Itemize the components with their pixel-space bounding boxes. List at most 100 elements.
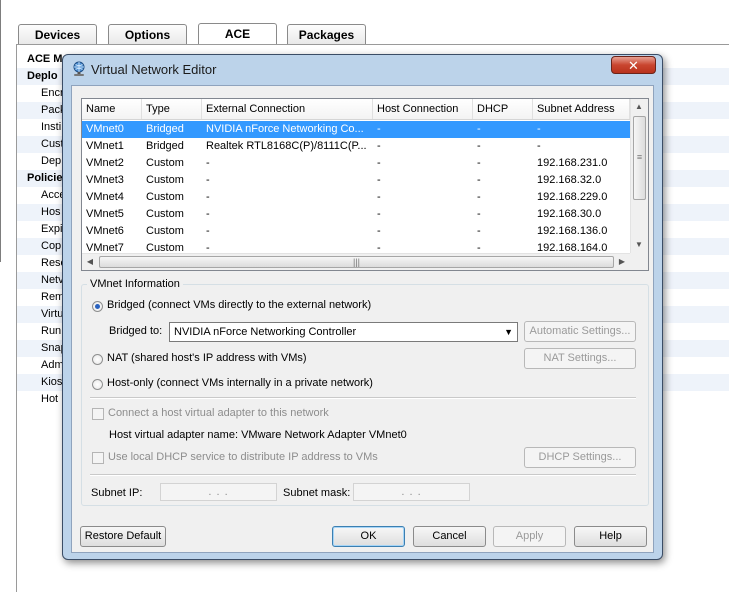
table-row[interactable]: VMnet4 Custom - - - 192.168.229.0 [82, 189, 630, 206]
nat-settings-button[interactable]: NAT Settings... [524, 348, 636, 369]
vmnet-information-legend: VMnet Information [87, 278, 183, 290]
network-app-icon [73, 61, 85, 76]
table-row[interactable]: VMnet2 Custom - - - 192.168.231.0 [82, 155, 630, 172]
cell-dhcp: - [477, 225, 481, 237]
table-row[interactable]: VMnet6 Custom - - - 192.168.136.0 [82, 223, 630, 240]
sidebar-item-label: Pack [41, 104, 66, 116]
adapter-name-text: Host virtual adapter name: VMware Networ… [109, 429, 407, 441]
column-header-type[interactable]: Type [142, 99, 202, 119]
vertical-scroll-thumb[interactable]: ≡ [633, 116, 646, 200]
dialog-client-area: Name Type External Connection Host Conne… [71, 85, 654, 553]
tab-ace[interactable]: ACE [198, 23, 277, 45]
scroll-corner [630, 253, 648, 270]
host-only-radio[interactable] [92, 379, 103, 390]
table-row[interactable]: VMnet3 Custom - - - 192.168.32.0 [82, 172, 630, 189]
cell-subnet: 192.168.30.0 [537, 208, 602, 220]
dhcp-checkbox[interactable] [92, 452, 104, 464]
scroll-down-icon[interactable]: ▼ [632, 240, 646, 249]
sidebar-item-label: Adm [41, 359, 64, 371]
cell-name: VMnet4 [86, 191, 124, 203]
cell-external: - [206, 157, 210, 169]
tab-devices[interactable]: Devices [18, 24, 97, 44]
column-header-external-connection[interactable]: External Connection [202, 99, 373, 119]
host-only-label[interactable]: Host-only (connect VMs internally in a p… [107, 377, 373, 389]
dhcp-label[interactable]: Use local DHCP service to distribute IP … [108, 451, 378, 463]
cell-host: - [377, 208, 381, 220]
subnet-mask-label: Subnet mask: [283, 487, 351, 499]
sidebar-item-label: Insti [41, 121, 62, 133]
column-header-dhcp[interactable]: DHCP [473, 99, 533, 119]
subnet-mask-input[interactable]: . . . [353, 483, 470, 501]
apply-button[interactable]: Apply [493, 526, 566, 547]
connect-adapter-label[interactable]: Connect a host virtual adapter to this n… [108, 407, 329, 419]
subnet-ip-label: Subnet IP: [91, 487, 143, 499]
sidebar-item-label: ACE M [27, 53, 63, 65]
horizontal-scrollbar[interactable]: ◀ ||| ▶ [82, 253, 630, 270]
chevron-down-icon[interactable]: ▼ [504, 323, 513, 341]
cell-external: NVIDIA nForce Networking Co... [206, 123, 364, 135]
help-button[interactable]: Help [574, 526, 647, 547]
cell-external: - [206, 191, 210, 203]
bridged-label[interactable]: Bridged (connect VMs directly to the ext… [107, 299, 371, 311]
tab-options[interactable]: Options [108, 24, 187, 44]
sidebar-item-label: Hos [41, 206, 61, 218]
ok-button[interactable]: OK [332, 526, 405, 547]
close-button[interactable]: ✕ [611, 56, 656, 74]
cell-dhcp: - [477, 174, 481, 186]
automatic-settings-button[interactable]: Automatic Settings... [524, 321, 636, 342]
cell-type: Bridged [146, 123, 184, 135]
cell-dhcp: - [477, 191, 481, 203]
cell-host: - [377, 174, 381, 186]
sidebar-item-label: Expi [41, 223, 63, 235]
bridged-radio[interactable] [92, 301, 103, 312]
cell-subnet: - [537, 123, 541, 135]
sidebar-item-label: Encr [41, 87, 64, 99]
cell-host: - [377, 191, 381, 203]
nat-label[interactable]: NAT (shared host's IP address with VMs) [107, 352, 307, 364]
scroll-up-icon[interactable]: ▲ [632, 102, 646, 111]
scroll-left-icon[interactable]: ◀ [83, 257, 97, 266]
cell-subnet: - [537, 140, 541, 152]
dhcp-settings-button[interactable]: DHCP Settings... [524, 447, 636, 468]
column-header-host-connection[interactable]: Host Connection [373, 99, 473, 119]
cell-host: - [377, 157, 381, 169]
sidebar-item-label: Deplo [27, 70, 58, 82]
cell-type: Custom [146, 157, 184, 169]
sidebar-item-label: Cop [41, 240, 62, 252]
sidebar-item-label: Rese [41, 257, 67, 269]
column-header-name[interactable]: Name [82, 99, 142, 119]
subnet-ip-input[interactable]: . . . [160, 483, 277, 501]
cell-external: Realtek RTL8168C(P)/8111C(P... [206, 140, 367, 152]
cell-name: VMnet1 [86, 140, 124, 152]
bridged-to-select[interactable]: NVIDIA nForce Networking Controller ▼ [169, 322, 518, 342]
cell-host: - [377, 225, 381, 237]
cell-subnet: 192.168.231.0 [537, 157, 608, 169]
table-row[interactable]: VMnet5 Custom - - - 192.168.30.0 [82, 206, 630, 223]
column-header-subnet-address[interactable]: Subnet Address [533, 99, 630, 119]
vmnet-information-group [81, 284, 649, 506]
sidebar-item-label: Acce [41, 189, 66, 201]
connect-adapter-checkbox[interactable] [92, 408, 104, 420]
cell-host: - [377, 140, 381, 152]
vertical-scrollbar[interactable]: ▲ ≡ ▼ [630, 99, 648, 253]
cell-name: VMnet2 [86, 157, 124, 169]
table-row[interactable]: VMnet1 Bridged Realtek RTL8168C(P)/8111C(P… [82, 138, 630, 155]
cell-name: VMnet3 [86, 174, 124, 186]
cell-dhcp: - [477, 157, 481, 169]
sidebar-item-label: Dep [41, 155, 62, 167]
vmnet-table: Name Type External Connection Host Conne… [81, 98, 649, 271]
cell-dhcp: - [477, 123, 481, 135]
separator-2 [90, 474, 636, 476]
scroll-right-icon[interactable]: ▶ [615, 257, 629, 266]
cell-type: Bridged [146, 140, 184, 152]
horizontal-scroll-thumb[interactable]: ||| [99, 256, 614, 268]
nat-radio[interactable] [92, 354, 103, 365]
cell-type: Custom [146, 225, 184, 237]
table-row[interactable]: VMnet0 Bridged NVIDIA nForce Networking Co… [82, 121, 630, 138]
restore-default-button[interactable]: Restore Default [80, 526, 166, 547]
sidebar-item-label: Run [41, 325, 62, 337]
sidebar-item-label: Rem [41, 291, 65, 303]
cell-type: Custom [146, 174, 184, 186]
cancel-button[interactable]: Cancel [413, 526, 486, 547]
tab-packages[interactable]: Packages [287, 24, 366, 44]
